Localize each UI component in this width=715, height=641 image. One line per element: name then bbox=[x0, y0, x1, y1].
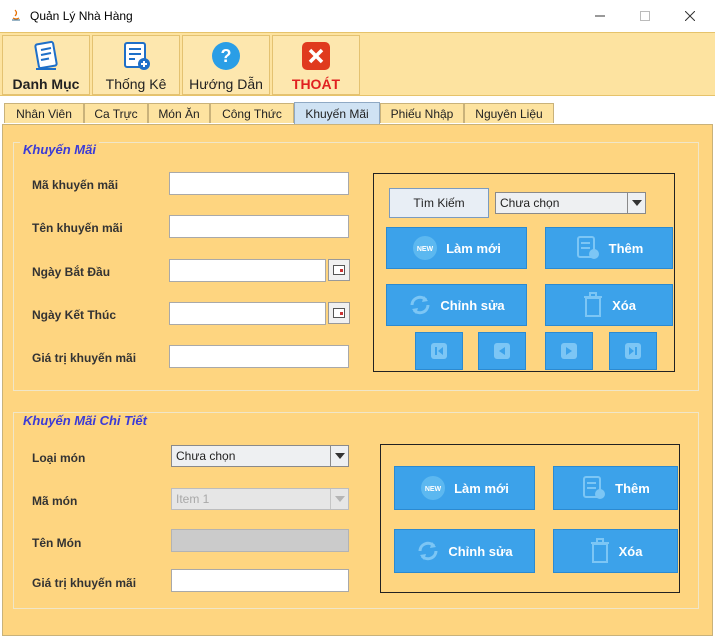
promo-code-label: Mã khuyến mãi bbox=[32, 178, 119, 192]
main-toolbar: Danh Mục Thống Kê ? Hướng Dẫn THOÁT bbox=[0, 32, 715, 96]
promo-name-label: Tên khuyến mãi bbox=[32, 221, 123, 235]
calendar-icon bbox=[333, 265, 345, 275]
list-document-icon bbox=[34, 40, 58, 70]
tab-ca-truc[interactable]: Ca Trực bbox=[84, 103, 148, 123]
detail-delete-button[interactable]: Xóa bbox=[553, 529, 678, 573]
toolbar-label: Danh Mục bbox=[12, 76, 80, 92]
toolbar-button-thoat[interactable]: THOÁT bbox=[272, 35, 360, 95]
item-code-value: Item 1 bbox=[176, 492, 210, 506]
svg-text:?: ? bbox=[221, 46, 232, 66]
skip-last-icon bbox=[625, 343, 641, 359]
last-record-button[interactable] bbox=[609, 332, 657, 370]
minimize-button[interactable] bbox=[577, 0, 623, 32]
maximize-icon bbox=[640, 11, 650, 21]
svg-text:NEW: NEW bbox=[417, 246, 434, 253]
exit-icon bbox=[302, 42, 330, 70]
title-bar: Quản Lý Nhà Hàng bbox=[0, 0, 715, 32]
promo-value-label: Giá trị khuyến mãi bbox=[32, 351, 137, 365]
promo-refresh-button[interactable]: NEW Làm mới bbox=[386, 227, 527, 269]
item-name-input[interactable] bbox=[171, 529, 349, 552]
chevron-down-icon bbox=[330, 446, 348, 466]
window-title: Quản Lý Nhà Hàng bbox=[30, 9, 133, 23]
refresh-icon bbox=[418, 541, 438, 561]
toolbar-button-huong-dan[interactable]: ? Hướng Dẫn bbox=[182, 35, 270, 95]
tab-nhan-vien[interactable]: Nhân Viên bbox=[4, 103, 84, 123]
play-icon bbox=[561, 343, 577, 359]
refresh-label: Làm mới bbox=[454, 480, 509, 496]
promo-start-date-input[interactable] bbox=[169, 259, 326, 282]
stats-list-icon bbox=[124, 42, 150, 70]
toolbar-label: THOÁT bbox=[291, 76, 341, 92]
previous-record-button[interactable] bbox=[478, 332, 526, 370]
new-badge-icon: NEW bbox=[421, 476, 446, 500]
first-record-button[interactable] bbox=[415, 332, 463, 370]
promo-panel-title: Khuyến Mãi bbox=[20, 142, 99, 157]
maximize-button[interactable] bbox=[622, 0, 668, 32]
delete-label: Xóa bbox=[612, 297, 636, 313]
item-type-label: Loại món bbox=[32, 451, 86, 465]
add-list-icon bbox=[576, 236, 599, 259]
new-badge-icon: NEW bbox=[413, 236, 438, 260]
item-code-select[interactable]: Item 1 bbox=[171, 488, 349, 510]
detail-edit-button[interactable]: Chỉnh sửa bbox=[394, 529, 535, 573]
item-code-label: Mã món bbox=[32, 494, 78, 508]
tab-content: Khuyến Mãi Mã khuyến mãi Tên khuyến mãi … bbox=[2, 124, 713, 636]
calendar-icon bbox=[333, 308, 345, 318]
chevron-down-icon bbox=[330, 489, 348, 509]
previous-icon bbox=[494, 343, 510, 359]
end-date-picker-button[interactable] bbox=[328, 302, 350, 324]
detail-add-button[interactable]: Thêm bbox=[553, 466, 678, 510]
promo-end-label: Ngày Kết Thúc bbox=[32, 308, 117, 322]
toolbar-button-thong-ke[interactable]: Thống Kê bbox=[92, 35, 180, 95]
close-icon bbox=[685, 11, 695, 21]
refresh-icon bbox=[410, 295, 430, 315]
skip-first-icon bbox=[431, 343, 447, 359]
minimize-icon bbox=[595, 15, 605, 17]
promo-end-date-input[interactable] bbox=[169, 302, 326, 325]
delete-label: Xóa bbox=[618, 543, 643, 559]
refresh-label: Làm mới bbox=[446, 240, 501, 256]
promo-add-button[interactable]: Thêm bbox=[545, 227, 673, 269]
tab-phieu-nhap[interactable]: Phiếu Nhập bbox=[380, 103, 464, 123]
promo-name-input[interactable] bbox=[169, 215, 349, 238]
search-button[interactable]: Tìm Kiếm bbox=[389, 188, 489, 218]
toolbar-button-danh-muc[interactable]: Danh Mục bbox=[2, 35, 90, 95]
chevron-down-icon bbox=[627, 193, 645, 213]
tab-cong-thuc[interactable]: Công Thức bbox=[210, 103, 294, 123]
tab-nguyen-lieu[interactable]: Nguyên Liệu bbox=[464, 103, 554, 123]
toolbar-label: Hướng Dẫn bbox=[189, 76, 263, 92]
search-option-select[interactable]: Chưa chọn bbox=[495, 192, 646, 214]
detail-refresh-button[interactable]: NEW Làm mới bbox=[394, 466, 535, 510]
close-window-button[interactable] bbox=[667, 0, 713, 32]
add-label: Thêm bbox=[608, 240, 644, 256]
item-name-label: Tên Món bbox=[32, 536, 82, 550]
detail-value-input[interactable] bbox=[171, 569, 349, 592]
svg-text:NEW: NEW bbox=[425, 486, 442, 493]
promo-edit-button[interactable]: Chỉnh sửa bbox=[386, 284, 527, 326]
promo-delete-button[interactable]: Xóa bbox=[545, 284, 673, 326]
tab-mon-an[interactable]: Món Ăn bbox=[148, 103, 210, 123]
tab-strip: Nhân Viên Ca Trực Món Ăn Công Thức Khuyế… bbox=[0, 102, 715, 125]
help-icon: ? bbox=[212, 42, 240, 70]
toolbar-label: Thống Kê bbox=[105, 76, 167, 92]
promo-start-label: Ngày Bắt Đầu bbox=[32, 265, 111, 279]
item-type-select[interactable]: Chưa chọn bbox=[171, 445, 349, 467]
promo-detail-panel-title: Khuyến Mãi Chi Tiết bbox=[20, 413, 150, 428]
add-label: Thêm bbox=[615, 480, 650, 496]
promo-value-input[interactable] bbox=[169, 345, 349, 368]
edit-label: Chỉnh sửa bbox=[448, 543, 513, 559]
trash-icon bbox=[590, 538, 609, 563]
start-date-picker-button[interactable] bbox=[328, 259, 350, 281]
item-type-value: Chưa chọn bbox=[176, 449, 236, 463]
promo-code-input[interactable] bbox=[169, 172, 349, 195]
search-option-value: Chưa chọn bbox=[500, 196, 560, 210]
java-app-icon bbox=[12, 9, 20, 21]
next-record-button[interactable] bbox=[545, 332, 593, 370]
edit-label: Chỉnh sửa bbox=[440, 297, 505, 313]
add-list-icon bbox=[583, 476, 606, 499]
tab-khuyen-mai[interactable]: Khuyến Mãi bbox=[294, 102, 380, 124]
trash-icon bbox=[584, 292, 603, 317]
detail-value-label: Giá trị khuyến mãi bbox=[32, 576, 137, 590]
